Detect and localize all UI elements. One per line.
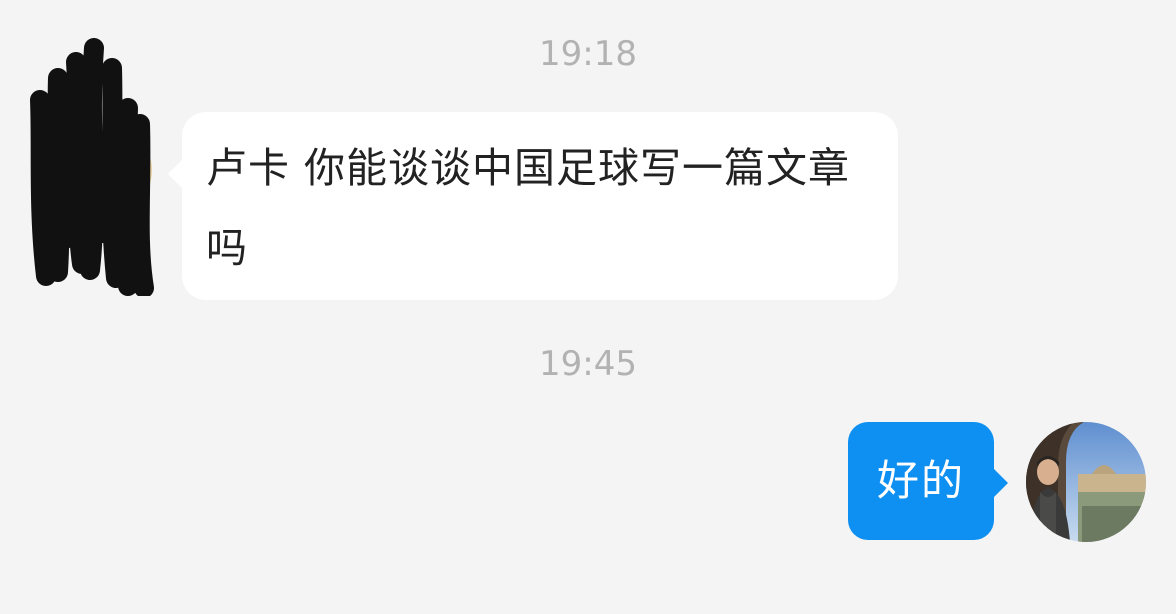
incoming-message-bubble[interactable]: 卢卡 你能谈谈中国足球写一篇文章吗 xyxy=(168,112,898,300)
bubble-tail xyxy=(993,468,1008,498)
message-text: 卢卡 你能谈谈中国足球写一篇文章吗 xyxy=(206,144,851,272)
redacted-avatar-icon xyxy=(30,38,154,298)
message-text: 好的 xyxy=(876,456,965,505)
user-photo-avatar-icon xyxy=(1026,422,1146,542)
timestamp: 19:18 xyxy=(539,34,637,74)
timestamp: 19:45 xyxy=(539,344,637,384)
outgoing-message-bubble[interactable]: 好的 xyxy=(848,422,1008,540)
user-avatar[interactable] xyxy=(1026,422,1146,542)
sender-avatar[interactable] xyxy=(28,38,156,298)
bubble-tail xyxy=(168,158,184,190)
